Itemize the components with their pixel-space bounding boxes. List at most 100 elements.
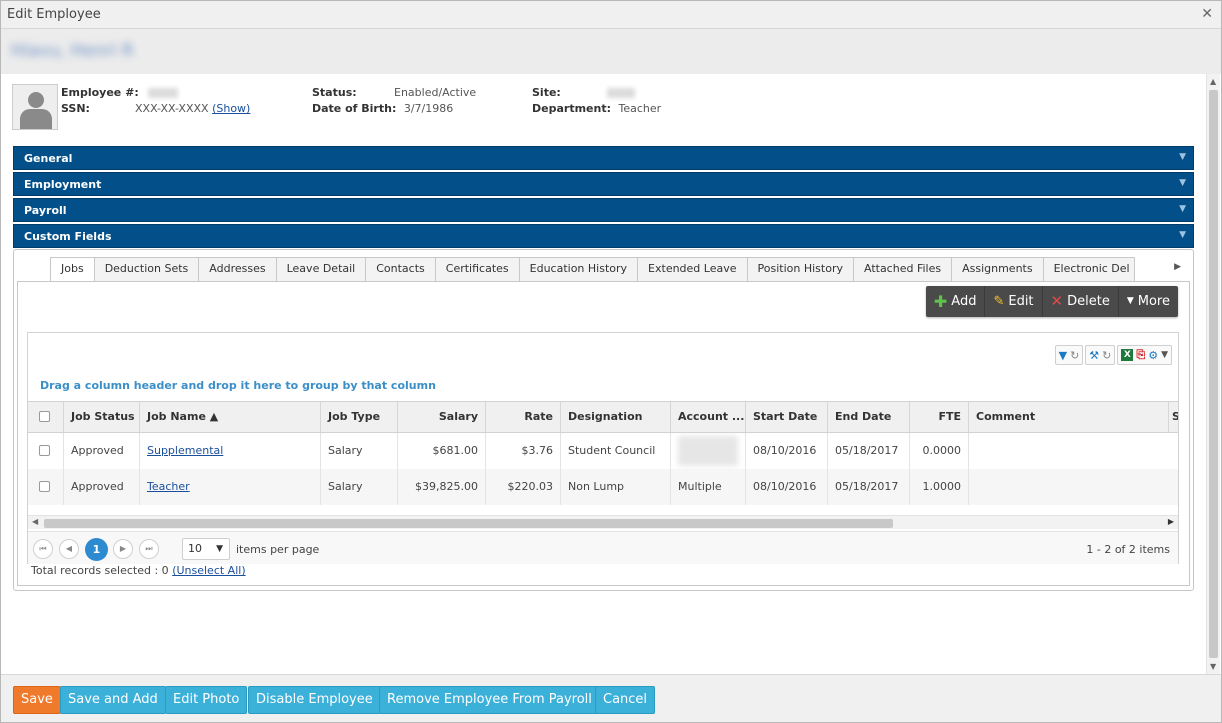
column-start-date[interactable]: Start Date <box>745 402 827 432</box>
scroll-right-icon[interactable]: ▶ <box>1168 517 1174 526</box>
save-and-add-button[interactable]: Save and Add <box>60 686 166 714</box>
section-employment[interactable]: Employment ▼ <box>13 172 1194 196</box>
scrollbar-thumb[interactable] <box>1209 90 1218 658</box>
tab-leave-detail[interactable]: Leave Detail <box>275 257 367 281</box>
select-all-checkbox[interactable] <box>39 411 50 422</box>
tab-jobs[interactable]: Jobs <box>50 257 95 282</box>
cell-end-date: 05/18/2017 <box>827 433 909 469</box>
column-salary[interactable]: Salary <box>397 402 485 432</box>
dialog-content: Employee #: SSN: XXX-XX-XXXX (Show) Stat… <box>1 74 1207 674</box>
current-page-button[interactable]: 1 <box>85 538 108 561</box>
add-button[interactable]: ✚ Add <box>926 286 986 317</box>
column-end-date[interactable]: End Date <box>827 402 909 432</box>
job-name-link[interactable]: Supplemental <box>147 444 223 457</box>
tab-deduction-sets[interactable]: Deduction Sets <box>93 257 200 281</box>
horizontal-scrollbar[interactable]: ◀ ▶ <box>28 515 1178 529</box>
export-tool[interactable]: X ⎘ ⚙ ▼ <box>1117 345 1172 365</box>
table-row[interactable]: Approved Teacher Salary $39,825.00 $220.… <box>28 469 1178 505</box>
cell-salary: $39,825.00 <box>397 469 485 505</box>
section-label: General <box>24 152 73 165</box>
status-label: Status: <box>312 86 357 99</box>
gear-icon[interactable]: ⚙ <box>1148 349 1158 362</box>
edit-photo-button[interactable]: Edit Photo <box>165 686 248 714</box>
dob-value: 3/7/1986 <box>403 102 454 115</box>
tab-position-history[interactable]: Position History <box>746 257 854 281</box>
more-button[interactable]: ▼ More <box>1119 286 1178 317</box>
more-label: More <box>1137 294 1170 309</box>
caret-down-icon: ▼ <box>1126 296 1134 306</box>
vertical-scrollbar[interactable]: ▲ ▼ <box>1206 74 1220 674</box>
column-s[interactable]: S <box>1168 402 1178 432</box>
column-settings-tool[interactable]: ⚒ ↻ <box>1085 345 1116 365</box>
tab-certificates[interactable]: Certificates <box>434 257 520 281</box>
tab-scroll-right-icon[interactable]: ▶ <box>1174 262 1181 272</box>
scrollbar-thumb[interactable] <box>44 519 893 528</box>
employee-number-value <box>148 88 179 98</box>
group-drop-hint[interactable]: Drag a column header and drop it here to… <box>40 379 436 392</box>
caret-down-icon[interactable]: ▼ <box>1161 350 1168 360</box>
column-designation[interactable]: Designation <box>560 402 670 432</box>
ssn-show-link[interactable]: (Show) <box>212 102 250 115</box>
delete-x-icon: ✕ <box>1050 292 1064 310</box>
prev-page-button[interactable]: ◀ <box>59 539 79 559</box>
cell-rate: $220.03 <box>485 469 560 505</box>
tab-addresses[interactable]: Addresses <box>198 257 277 281</box>
edit-button[interactable]: ✎ Edit <box>985 286 1043 317</box>
scroll-up-icon[interactable]: ▲ <box>1210 77 1216 86</box>
cancel-button[interactable]: Cancel <box>595 686 656 714</box>
avatar-head-icon <box>28 92 44 108</box>
cell-end-date: 05/18/2017 <box>827 469 909 505</box>
first-page-button[interactable]: ⏮ <box>33 539 53 559</box>
jobs-grid: ▼ ↻ ⚒ ↻ X ⎘ ⚙ ▼ Drag a column header and… <box>27 332 1179 564</box>
tab-attached-files[interactable]: Attached Files <box>852 257 953 281</box>
cell-fte: 1.0000 <box>909 469 968 505</box>
total-selected-text: Total records selected : 0 <box>31 564 169 577</box>
tab-extended-leave[interactable]: Extended Leave <box>637 257 748 281</box>
delete-button[interactable]: ✕ Delete <box>1043 286 1119 317</box>
column-job-status[interactable]: Job Status <box>63 402 139 432</box>
column-fte[interactable]: FTE <box>909 402 968 432</box>
plus-icon: ✚ <box>933 292 948 311</box>
job-name-link[interactable]: Teacher <box>147 480 190 493</box>
pager-info: 1 - 2 of 2 items <box>1086 543 1170 556</box>
last-page-button[interactable]: ⏭ <box>139 539 159 559</box>
section-custom-fields[interactable]: Custom Fields ▼ <box>13 224 1194 248</box>
excel-icon[interactable]: X <box>1121 349 1134 361</box>
scroll-down-icon[interactable]: ▼ <box>1210 662 1216 671</box>
cell-job-type: Salary <box>320 469 397 505</box>
filter-tool[interactable]: ▼ ↻ <box>1054 345 1084 365</box>
jobs-toolbar: ✚ Add ✎ Edit ✕ Delete ▼ More <box>925 286 1178 317</box>
section-general[interactable]: General ▼ <box>13 146 1194 170</box>
unselect-all-link[interactable]: (Unselect All) <box>172 564 245 577</box>
section-payroll[interactable]: Payroll ▼ <box>13 198 1194 222</box>
add-label: Add <box>951 294 977 309</box>
column-job-name[interactable]: Job Name ▲ <box>139 402 320 432</box>
cell-account: Multiple <box>670 469 745 505</box>
tab-contacts[interactable]: Contacts <box>365 257 436 281</box>
close-icon[interactable]: ✕ <box>1201 6 1213 22</box>
pdf-icon[interactable]: ⎘ <box>1136 348 1145 362</box>
disable-employee-button[interactable]: Disable Employee <box>248 686 381 714</box>
table-row[interactable]: Approved Supplemental Salary $681.00 $3.… <box>28 433 1178 469</box>
next-page-button[interactable]: ▶ <box>113 539 133 559</box>
column-comment[interactable]: Comment <box>968 402 1168 432</box>
page-size-select[interactable]: 10 ▼ <box>182 538 230 560</box>
filter-icon: ▼ <box>1058 348 1068 362</box>
refresh-icon: ↻ <box>1102 348 1112 362</box>
tab-education-history[interactable]: Education History <box>518 257 639 281</box>
tab-assignments[interactable]: Assignments <box>951 257 1044 281</box>
row-checkbox[interactable] <box>39 445 50 456</box>
column-job-type[interactable]: Job Type <box>320 402 397 432</box>
save-button[interactable]: Save <box>13 686 61 714</box>
site-value <box>607 88 635 98</box>
edit-employee-dialog: Edit Employee ✕ Hiavu, Henri R Employee … <box>0 0 1222 723</box>
status-value: Enabled/Active <box>394 86 477 99</box>
column-rate[interactable]: Rate <box>485 402 560 432</box>
chevron-down-icon: ▼ <box>1179 178 1186 188</box>
dialog-titlebar: Edit Employee ✕ <box>1 1 1221 29</box>
tab-electronic-delivery[interactable]: Electronic Del <box>1042 257 1135 281</box>
row-checkbox[interactable] <box>39 481 50 492</box>
remove-from-payroll-button[interactable]: Remove Employee From Payroll <box>379 686 600 714</box>
scroll-left-icon[interactable]: ◀ <box>32 517 38 526</box>
column-account[interactable]: Account ... <box>670 402 745 432</box>
